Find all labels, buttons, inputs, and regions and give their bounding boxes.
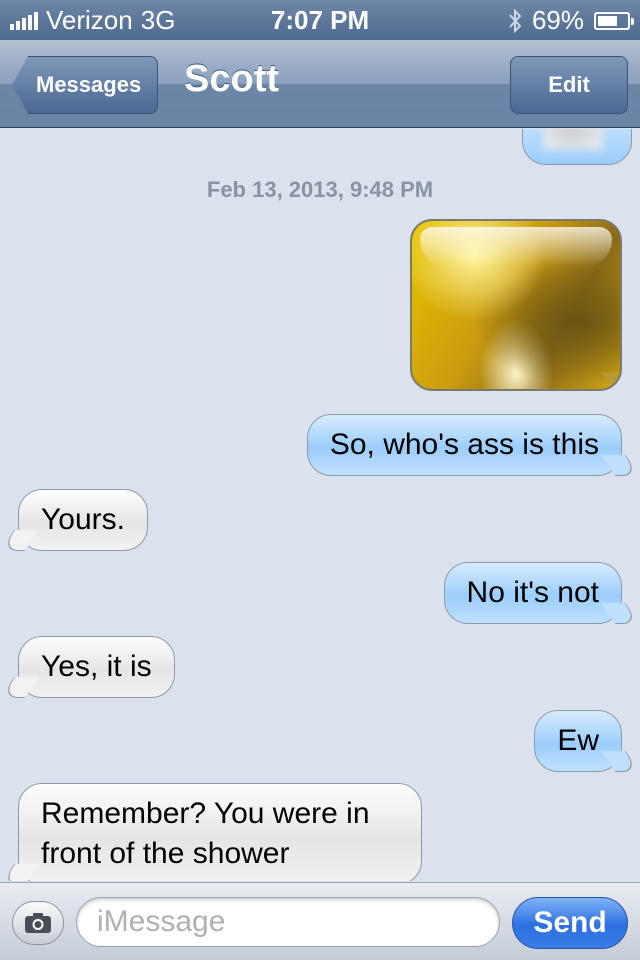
outgoing-message-bubble[interactable]: No it's not <box>443 562 622 624</box>
imessage-input[interactable] <box>76 897 500 947</box>
battery-fill <box>598 15 618 26</box>
messages-back-button[interactable]: Messages <box>12 56 159 114</box>
incoming-message-bubble[interactable]: Yours. <box>18 489 148 551</box>
outgoing-message-bubble[interactable]: So, who's ass is this <box>306 414 622 476</box>
page-title: Scott <box>184 58 279 100</box>
message-input-bar: Send <box>0 882 640 960</box>
status-right: 69% <box>508 5 634 36</box>
nav-bar: Messages Scott Edit <box>0 40 640 128</box>
incoming-message-bubble[interactable]: Remember? You were in front of the showe… <box>18 783 422 881</box>
status-bar: Verizon 3G 7:07 PM 69% <box>0 0 640 40</box>
bluetooth-icon <box>509 8 522 33</box>
camera-button[interactable] <box>12 901 64 945</box>
blurred-content <box>543 129 603 150</box>
incoming-message-bubble[interactable]: Yes, it is <box>18 636 175 698</box>
camera-icon <box>25 913 51 933</box>
bubble-shine <box>420 227 612 267</box>
send-button[interactable]: Send <box>512 897 628 949</box>
image-message-bubble[interactable] <box>410 219 622 391</box>
battery-percent: 69% <box>531 5 584 35</box>
timestamp: Feb 13, 2013, 9:48 PM <box>206 177 434 202</box>
edit-button[interactable]: Edit <box>510 56 628 114</box>
battery-icon <box>594 11 634 30</box>
message-bubble-partial <box>522 129 632 165</box>
conversation-view[interactable]: Feb 13, 2013, 9:48 PM So, who's ass is t… <box>0 129 640 881</box>
outgoing-message-bubble[interactable]: Ew <box>534 710 622 772</box>
